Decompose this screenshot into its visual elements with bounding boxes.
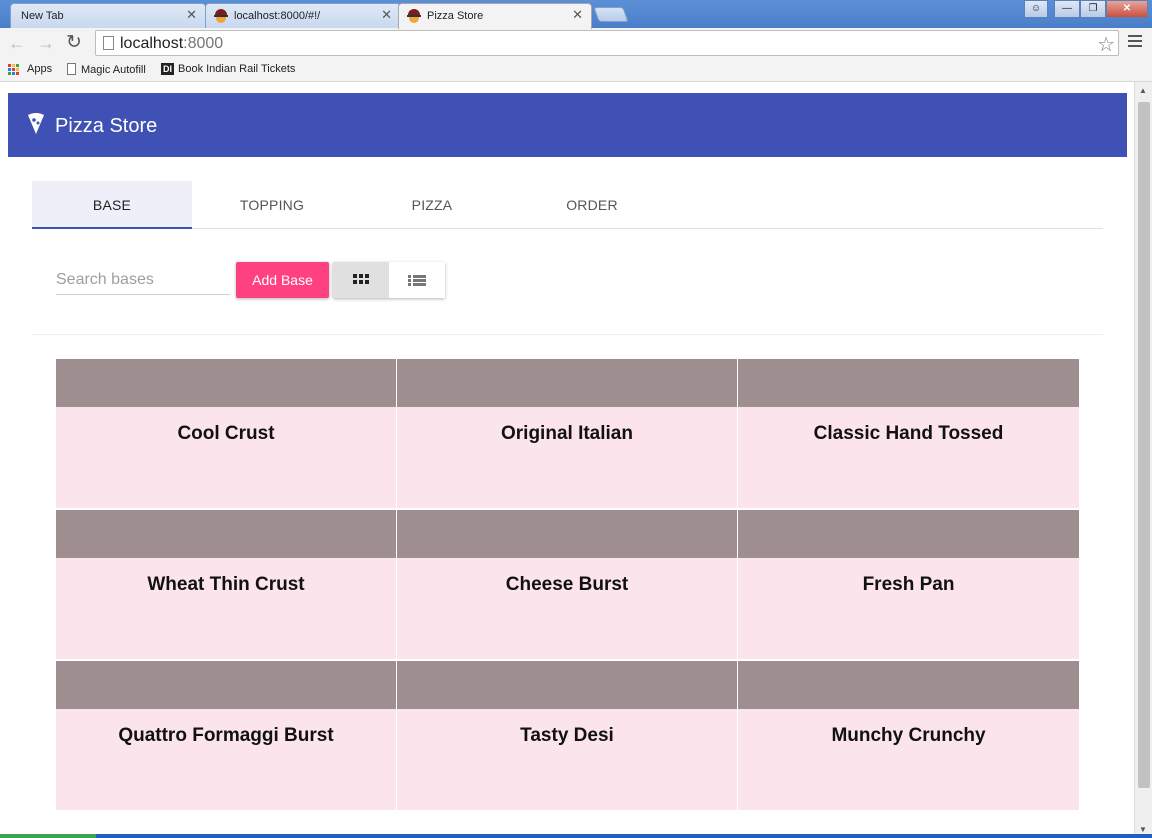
bookmark-label: Book Indian Rail Tickets: [178, 63, 296, 75]
bookmark-label: Apps: [27, 63, 53, 75]
back-arrow-icon[interactable]: ←: [8, 34, 26, 52]
minimize-button[interactable]: —: [1054, 0, 1080, 18]
base-tile[interactable]: Original Italian: [397, 359, 737, 508]
add-base-button[interactable]: Add Base: [236, 262, 329, 298]
base-name: Quattro Formaggi Burst: [118, 725, 334, 746]
window-close-button[interactable]: ✕: [1106, 0, 1148, 18]
di-logo-icon: DI: [161, 63, 174, 75]
bookmark-label: Magic Autofill: [81, 64, 146, 76]
tile-image: [56, 359, 396, 407]
base-tile[interactable]: Fresh Pan: [738, 510, 1079, 659]
browser-toolbar: ← → ↻ localhost:8000 ☆: [0, 28, 1152, 60]
page-scrollbar[interactable]: ▲ ▼: [1134, 82, 1152, 838]
search-bases-input[interactable]: [56, 265, 230, 295]
url-host: localhost: [120, 35, 184, 52]
tile-image: [397, 359, 737, 407]
maximize-button[interactable]: ❐: [1080, 0, 1106, 18]
browser-tab-pizza-store[interactable]: Pizza Store ✕: [398, 3, 592, 29]
address-bar[interactable]: localhost:8000 ☆: [95, 30, 1119, 56]
pizza-slice-icon: [28, 113, 44, 134]
divider: [32, 334, 1103, 335]
base-name: Munchy Crunchy: [831, 725, 986, 746]
tab-order[interactable]: ORDER: [512, 181, 672, 229]
browser-tab-label: New Tab: [21, 10, 64, 22]
base-tile[interactable]: Wheat Thin Crust: [56, 510, 396, 659]
content-card: BASE TOPPING PIZZA ORDER Add Base: [8, 157, 1127, 838]
reload-icon[interactable]: ↻: [66, 33, 82, 52]
browser-tab-label: Pizza Store: [427, 10, 484, 22]
base-name: Fresh Pan: [862, 574, 955, 595]
scroll-up-arrow-icon[interactable]: ▲: [1139, 86, 1147, 95]
list-view-button[interactable]: [389, 262, 445, 298]
site-favicon-icon: [407, 9, 421, 23]
hamburger-menu-icon[interactable]: [1128, 35, 1142, 50]
base-name: Original Italian: [501, 423, 633, 444]
base-tile[interactable]: Cool Crust: [56, 359, 396, 508]
url-text: localhost:8000: [120, 35, 223, 53]
bookmark-apps[interactable]: Apps: [8, 63, 52, 75]
bookmark-magic-autofill[interactable]: Magic Autofill: [67, 63, 146, 76]
page-icon: [103, 36, 114, 50]
site-favicon-icon: [214, 9, 228, 23]
close-icon[interactable]: ✕: [572, 7, 583, 23]
tile-image: [738, 359, 1079, 407]
tile-image: [397, 661, 737, 709]
new-tab-button[interactable]: [593, 7, 629, 22]
url-port: :8000: [183, 35, 224, 52]
app-title: Pizza Store: [55, 115, 158, 137]
base-name: Classic Hand Tossed: [813, 423, 1004, 444]
view-mode-toggle: [333, 262, 445, 298]
browser-titlebar: New Tab ✕ localhost:8000/#!/ ✕ Pizza Sto…: [0, 0, 1152, 29]
tile-image: [56, 510, 396, 558]
base-tile[interactable]: Classic Hand Tossed: [738, 359, 1079, 508]
base-tile[interactable]: Tasty Desi: [397, 661, 737, 810]
tab-topping[interactable]: TOPPING: [192, 181, 352, 229]
os-taskbar: [0, 834, 1152, 838]
tile-image: [738, 510, 1079, 558]
close-icon[interactable]: ✕: [381, 7, 392, 23]
list-view-icon: [408, 275, 426, 287]
forward-arrow-icon[interactable]: →: [37, 34, 55, 52]
tab-pizza[interactable]: PIZZA: [352, 181, 512, 229]
section-tabs: BASE TOPPING PIZZA ORDER: [32, 181, 1103, 229]
document-icon: [67, 63, 76, 75]
tile-image: [397, 510, 737, 558]
bookmark-star-icon[interactable]: ☆: [1097, 32, 1115, 57]
grid-view-icon: [353, 274, 369, 286]
browser-tab-label: localhost:8000/#!/: [234, 10, 321, 22]
browser-tab-localhost[interactable]: localhost:8000/#!/ ✕: [205, 3, 401, 28]
bases-grid: Cool Crust Original Italian Classic Hand…: [56, 359, 1079, 810]
grid-view-button[interactable]: [333, 262, 389, 298]
bookmark-indian-rail[interactable]: DI Book Indian Rail Tickets: [161, 63, 295, 75]
base-name: Wheat Thin Crust: [147, 574, 305, 595]
browser-tab-new-tab[interactable]: New Tab ✕: [10, 3, 206, 28]
base-tile[interactable]: Munchy Crunchy: [738, 661, 1079, 810]
bookmarks-bar: Apps Magic Autofill DI Book Indian Rail T…: [0, 60, 1152, 82]
tile-image: [56, 661, 396, 709]
app-toolbar: Pizza Store: [8, 93, 1127, 157]
base-tile[interactable]: Quattro Formaggi Burst: [56, 661, 396, 810]
tile-image: [738, 661, 1079, 709]
base-tile[interactable]: Cheese Burst: [397, 510, 737, 659]
base-name: Cool Crust: [177, 423, 275, 444]
apps-grid-icon: [8, 64, 20, 76]
scroll-thumb[interactable]: [1138, 102, 1150, 788]
start-button[interactable]: [0, 834, 96, 838]
base-name: Cheese Burst: [505, 574, 629, 595]
page-viewport: Pizza Store BASE TOPPING PIZZA ORDER Add…: [0, 82, 1152, 838]
close-icon[interactable]: ✕: [186, 7, 197, 23]
scroll-down-arrow-icon[interactable]: ▼: [1139, 825, 1147, 834]
base-name: Tasty Desi: [520, 725, 614, 746]
tab-base[interactable]: BASE: [32, 181, 192, 229]
user-profile-button[interactable]: ☺: [1024, 0, 1048, 18]
